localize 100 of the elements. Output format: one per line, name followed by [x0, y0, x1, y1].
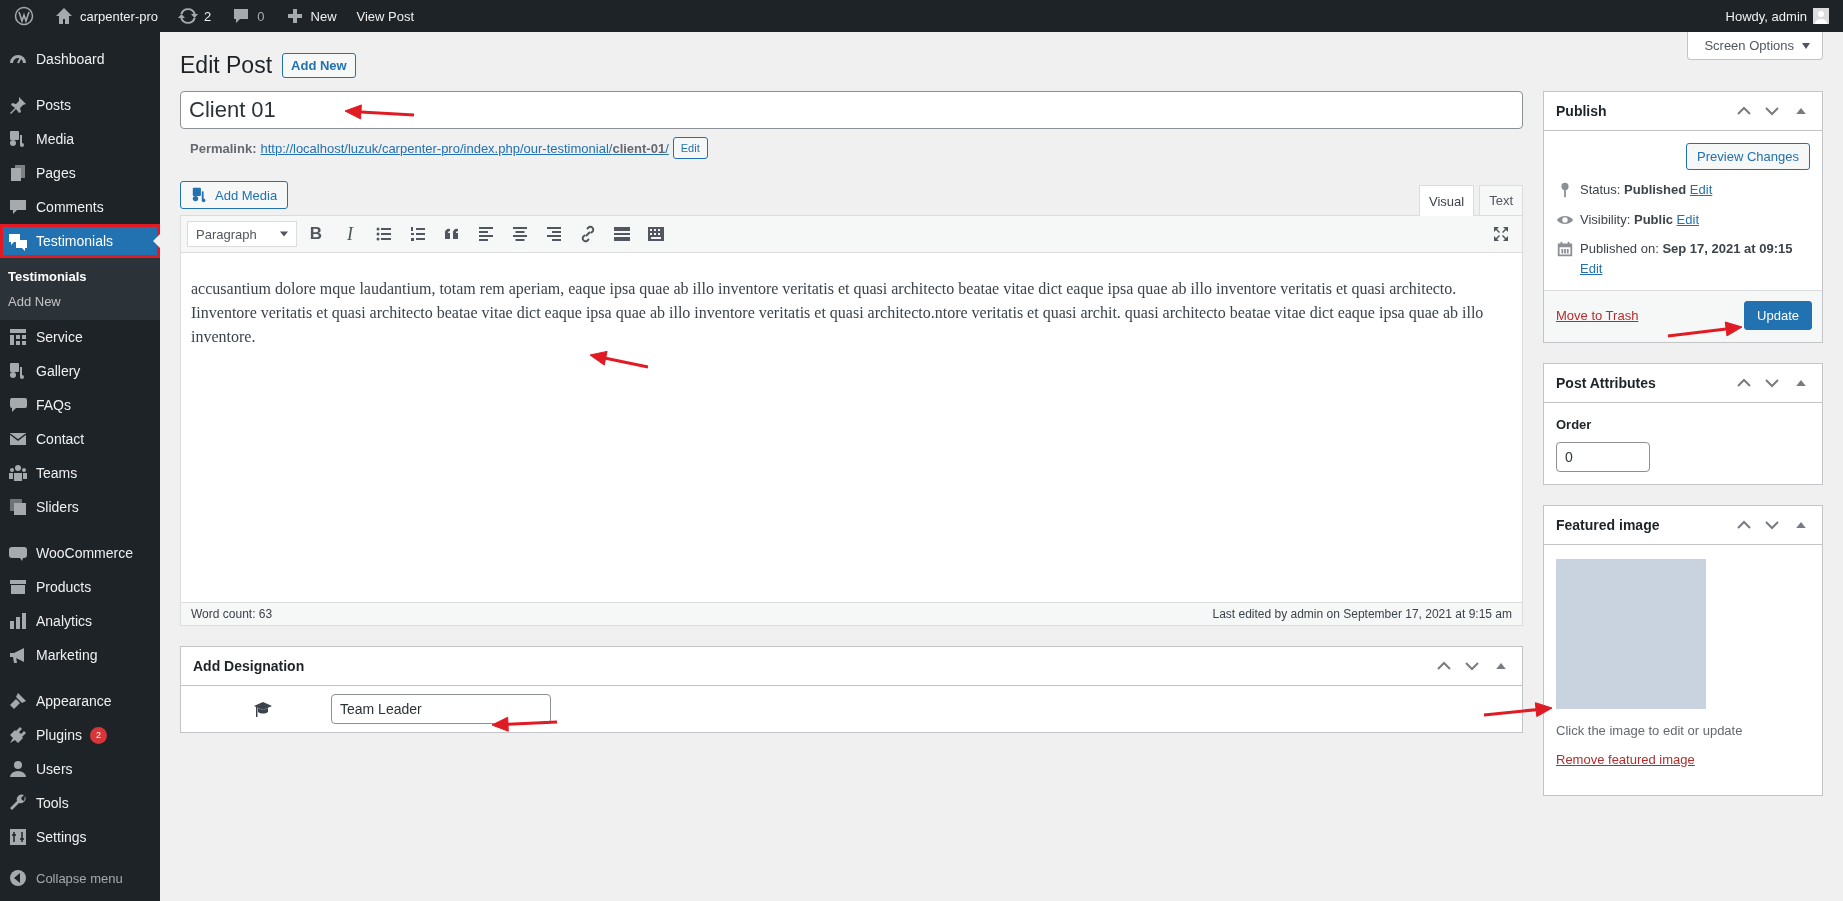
add-new-button[interactable]: Add New: [282, 53, 356, 78]
menu-item[interactable]: Tools: [0, 786, 160, 820]
menu-item[interactable]: Appearance: [0, 684, 160, 718]
align-right-icon: [544, 224, 564, 244]
menu-item[interactable]: Testimonials: [0, 224, 160, 258]
menu-item[interactable]: Media: [0, 122, 160, 156]
new-link[interactable]: New: [276, 0, 345, 32]
title-input[interactable]: Client 01: [180, 91, 1523, 129]
caret-icon: [1802, 41, 1810, 50]
move-to-trash-link[interactable]: Move to Trash: [1556, 308, 1639, 323]
update-button[interactable]: Update: [1744, 301, 1812, 330]
person-icon: [8, 759, 28, 779]
word-count: Word count: 63: [191, 607, 273, 621]
menu-item[interactable]: Teams: [0, 456, 160, 490]
align-center-icon: [510, 224, 530, 244]
graduation-cap-icon: [253, 699, 273, 719]
menu-item[interactable]: Service: [0, 320, 160, 354]
refresh-icon: [178, 6, 199, 26]
editor-tab[interactable]: Visual: [1418, 185, 1475, 216]
annotation-arrow: [589, 350, 649, 369]
account-link[interactable]: Howdy, admin: [1717, 0, 1837, 32]
designation-input[interactable]: Team Leader: [331, 694, 551, 724]
italic-button[interactable]: I: [335, 220, 365, 248]
image-hint: Click the image to edit or update: [1556, 723, 1744, 738]
horizontal-rule-icon: [612, 224, 632, 244]
submenu-item[interactable]: Testimonials: [0, 264, 160, 289]
menu-item[interactable]: WooCommerce: [0, 536, 160, 570]
edit-link[interactable]: Edit: [1689, 182, 1713, 197]
menu-item[interactable]: Settings: [0, 820, 160, 854]
expand-icon: [1491, 224, 1511, 244]
view-post-link[interactable]: View Post: [348, 0, 423, 32]
format-select[interactable]: Paragraph: [187, 221, 297, 247]
avatar-icon: [1813, 8, 1829, 24]
wrench-icon: [8, 793, 28, 813]
edit-link[interactable]: Edit: [1580, 260, 1603, 276]
pin-icon: [8, 95, 28, 115]
annotation-arrow: [491, 716, 558, 732]
remove-featured-image-link[interactable]: Remove featured image: [1556, 752, 1810, 767]
triangle-up-icon: [1796, 380, 1806, 386]
calendar-icon: [1556, 240, 1574, 258]
menu-item[interactable]: Users: [0, 752, 160, 786]
page-title: Edit Post: [180, 52, 273, 79]
panel-title: Publish: [1556, 103, 1608, 119]
order-label: Order: [1556, 417, 1593, 432]
people-icon: [8, 463, 28, 483]
submenu-item[interactable]: Add New: [0, 289, 160, 314]
keyboard-icon: [646, 224, 666, 244]
menu-item[interactable]: Contact: [0, 422, 160, 456]
panel-title: Featured image: [1556, 517, 1661, 533]
numbered-list-icon: [408, 224, 428, 244]
permalink-link[interactable]: http://localhost/luzuk/carpenter-pro/index.php/our-testimonial/client-01/: [260, 140, 669, 156]
images-icon: [8, 497, 28, 517]
last-edited-note: Last edited by admin on September 17, 2021 at 9:15 am: [1212, 607, 1512, 621]
order-input[interactable]: 0: [1556, 442, 1650, 472]
menu-item[interactable]: Analytics: [0, 604, 160, 638]
speech-bubbles-icon: [8, 231, 28, 251]
menu-item[interactable]: Dashboard: [0, 42, 160, 76]
add-media-button[interactable]: Add Media: [180, 181, 289, 209]
site-link[interactable]: carpenter-pro: [46, 0, 167, 32]
panel-title: Post Attributes: [1556, 375, 1657, 391]
permalink-label: Permalink:: [190, 140, 257, 156]
wordpress-logo-icon: [14, 6, 34, 26]
publish-setting: Visibility: Public Edit: [1580, 210, 1699, 229]
menu-item[interactable]: Sliders: [0, 490, 160, 524]
circle-arrow-left-icon: [8, 868, 28, 888]
edit-permalink-button[interactable]: Edit: [672, 137, 708, 159]
menu-item[interactable]: Pages: [0, 156, 160, 190]
count-badge: 2: [89, 726, 107, 744]
publish-setting: Status: Published Edit: [1580, 181, 1713, 199]
updates-link[interactable]: 2: [170, 0, 220, 32]
speech-bubble-icon: [8, 197, 28, 217]
caret-icon: [280, 230, 288, 238]
speech-bubble-icon: [8, 395, 28, 415]
menu-item[interactable]: Plugins 2: [0, 718, 160, 752]
menu-item[interactable]: Marketing: [0, 638, 160, 672]
home-icon: [54, 6, 74, 26]
pages-icon: [8, 163, 28, 183]
bold-button[interactable]: B: [301, 220, 331, 248]
annotation-arrow: [1483, 702, 1553, 718]
box-icon: [8, 577, 28, 597]
triangle-up-icon: [1796, 522, 1806, 528]
preview-changes-button[interactable]: Preview Changes: [1686, 143, 1810, 170]
collapse-menu-button[interactable]: Collapse menu: [0, 860, 160, 896]
comments-link[interactable]: 0: [223, 0, 273, 32]
editor-tab[interactable]: Text: [1479, 185, 1523, 215]
menu-item[interactable]: FAQs: [0, 388, 160, 422]
menu-item[interactable]: Gallery: [0, 354, 160, 388]
brush-icon: [8, 691, 28, 711]
menu-item[interactable]: Products: [0, 570, 160, 604]
edit-link[interactable]: Edit: [1676, 211, 1699, 227]
menu-item[interactable]: Comments: [0, 190, 160, 224]
bar-chart-icon: [8, 611, 28, 631]
panel-title: Add Designation: [193, 658, 306, 674]
triangle-up-icon: [1796, 108, 1806, 114]
triangle-up-icon: [1496, 663, 1506, 669]
screen-options-button[interactable]: Screen Options: [1687, 32, 1823, 60]
post-content[interactable]: accusantium dolore mque laudantium, totam rem aperiam, eaque ipsa quae ab illo inventore veritatis et quasi architecto beatae vitae dict eaque ipsa quae ab illo inventore veritatis et quasi architecto. Iinventore veritatis et quasi architecto beatae vitae dict eaque ipsa quae ab illo inventore veritatis et quasi architecto.ntore veritatis et quasi archit. quasi architecto beatae vitae dict eaque ipsa quae ab illo inventore.: [181, 253, 1522, 602]
publish-setting: Published on: Sep 17, 2021 at 09:15 Edit: [1580, 240, 1794, 278]
grid-icon: [8, 327, 28, 347]
menu-item[interactable]: Posts: [0, 88, 160, 122]
